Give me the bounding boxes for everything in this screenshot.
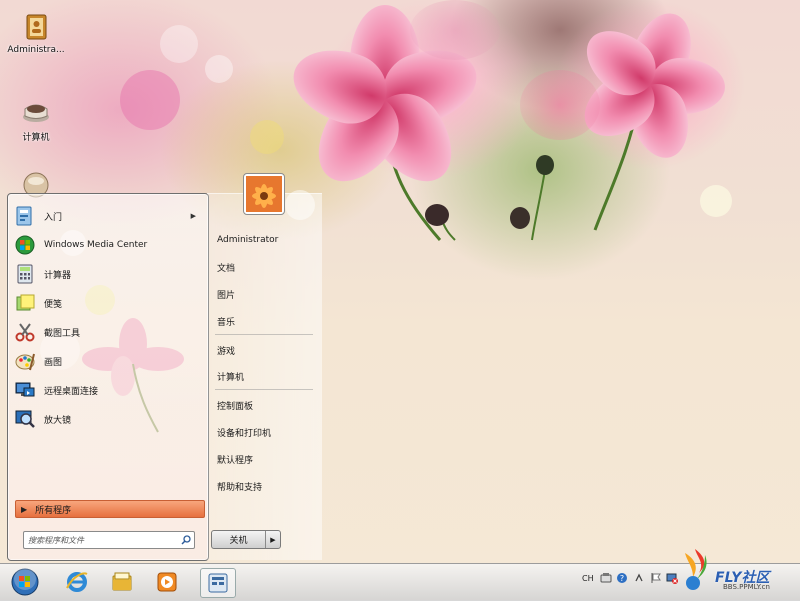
paint-icon bbox=[14, 350, 36, 372]
magnifier-icon bbox=[14, 408, 36, 430]
search-icon[interactable] bbox=[178, 535, 194, 545]
program-label: 计算器 bbox=[44, 270, 72, 281]
places-separator bbox=[215, 389, 313, 390]
program-label: 截图工具 bbox=[44, 328, 81, 339]
flag-icon[interactable] bbox=[650, 572, 662, 586]
help-icon[interactable]: ? bbox=[616, 572, 628, 586]
shutdown-label: 关机 bbox=[229, 536, 248, 546]
program-label: Windows Media Center bbox=[44, 240, 148, 250]
desktop-icon-label: 计算机 bbox=[22, 133, 50, 143]
shutdown-options-arrow-icon[interactable]: ▶ bbox=[265, 531, 280, 548]
place-documents[interactable]: 文档 bbox=[217, 261, 235, 274]
taskbar-media-player[interactable] bbox=[150, 568, 184, 596]
internet-explorer-icon bbox=[66, 572, 88, 592]
program-label: 便笺 bbox=[44, 299, 63, 310]
start-menu-flower-decoration bbox=[82, 318, 184, 433]
start-orb-icon bbox=[11, 568, 39, 596]
sticky-notes-icon bbox=[14, 292, 36, 314]
program-calculator[interactable]: 计算器 bbox=[14, 261, 200, 287]
tray-overflow-icon[interactable] bbox=[634, 572, 644, 586]
desktop-icon-label: Administra... bbox=[7, 45, 65, 55]
program-getting-started[interactable]: 入门 ▶ bbox=[14, 203, 200, 229]
windows-explorer-icon bbox=[112, 572, 132, 591]
place-control-panel[interactable]: 控制面板 bbox=[217, 399, 253, 412]
place-games[interactable]: 游戏 bbox=[217, 344, 235, 357]
places-separator bbox=[215, 334, 313, 335]
ime-indicator[interactable]: CH bbox=[582, 574, 594, 583]
desktop-icon-administrator[interactable]: Administra... bbox=[6, 12, 66, 55]
snipping-tool-icon bbox=[14, 321, 36, 343]
flower-avatar-icon bbox=[246, 176, 282, 212]
start-menu: 入门 ▶ Windows Media Center 计算器 便笺 截图工具 画图… bbox=[7, 173, 322, 565]
blurred-flower bbox=[410, 0, 500, 60]
getting-started-icon bbox=[14, 205, 36, 227]
keyboard-icon[interactable] bbox=[600, 572, 612, 586]
start-menu-places: Administrator 文档 图片 音乐 游戏 计算机 控制面板 设备和打印… bbox=[207, 193, 322, 560]
place-help-support[interactable]: 帮助和支持 bbox=[217, 480, 262, 493]
start-menu-program-list: 入门 ▶ Windows Media Center 计算器 便笺 截图工具 画图… bbox=[7, 193, 209, 561]
place-pictures[interactable]: 图片 bbox=[217, 288, 235, 301]
start-menu-active-icon bbox=[208, 573, 228, 593]
program-label: 入门 bbox=[44, 212, 63, 223]
place-music[interactable]: 音乐 bbox=[217, 315, 235, 328]
taskbar-windows-explorer[interactable] bbox=[105, 568, 139, 596]
computer-icon bbox=[21, 97, 51, 127]
svg-text:?: ? bbox=[620, 574, 624, 583]
contacts-book-icon bbox=[21, 12, 51, 42]
remote-desktop-icon bbox=[14, 379, 36, 401]
user-avatar[interactable] bbox=[243, 173, 285, 215]
all-programs-arrow-icon: ▶ bbox=[21, 504, 28, 514]
all-programs-button[interactable]: ▶ 所有程序 bbox=[15, 500, 205, 518]
place-user[interactable]: Administrator bbox=[217, 235, 278, 245]
place-default-programs[interactable]: 默认程序 bbox=[217, 453, 253, 466]
start-button[interactable] bbox=[8, 568, 42, 596]
place-devices-printers[interactable]: 设备和打印机 bbox=[217, 426, 271, 439]
taskbar-active-window[interactable] bbox=[200, 568, 236, 598]
place-computer[interactable]: 计算机 bbox=[217, 370, 244, 383]
taskbar-internet-explorer[interactable] bbox=[60, 568, 94, 596]
start-search-box[interactable] bbox=[23, 531, 195, 549]
desktop-icon-computer[interactable]: 计算机 bbox=[6, 97, 66, 143]
media-player-icon bbox=[157, 572, 177, 592]
program-label: 放大镜 bbox=[44, 415, 72, 426]
program-sticky-notes[interactable]: 便笺 bbox=[14, 290, 200, 316]
program-windows-media-center[interactable]: Windows Media Center bbox=[14, 232, 200, 258]
fly-logo-icon bbox=[685, 549, 707, 590]
calculator-icon bbox=[14, 263, 36, 285]
program-label: 画图 bbox=[44, 357, 63, 368]
all-programs-label: 所有程序 bbox=[35, 505, 72, 516]
media-center-icon bbox=[14, 234, 36, 256]
shutdown-button[interactable]: 关机 ▶ bbox=[211, 530, 281, 549]
watermark-sub: BBS.PPMLY.cn bbox=[723, 583, 770, 591]
submenu-arrow-icon: ▶ bbox=[190, 212, 196, 220]
site-watermark: FLY社区 BBS.PPMLY.cn bbox=[675, 545, 795, 595]
search-input[interactable] bbox=[24, 535, 178, 545]
blurred-flower bbox=[520, 70, 600, 140]
